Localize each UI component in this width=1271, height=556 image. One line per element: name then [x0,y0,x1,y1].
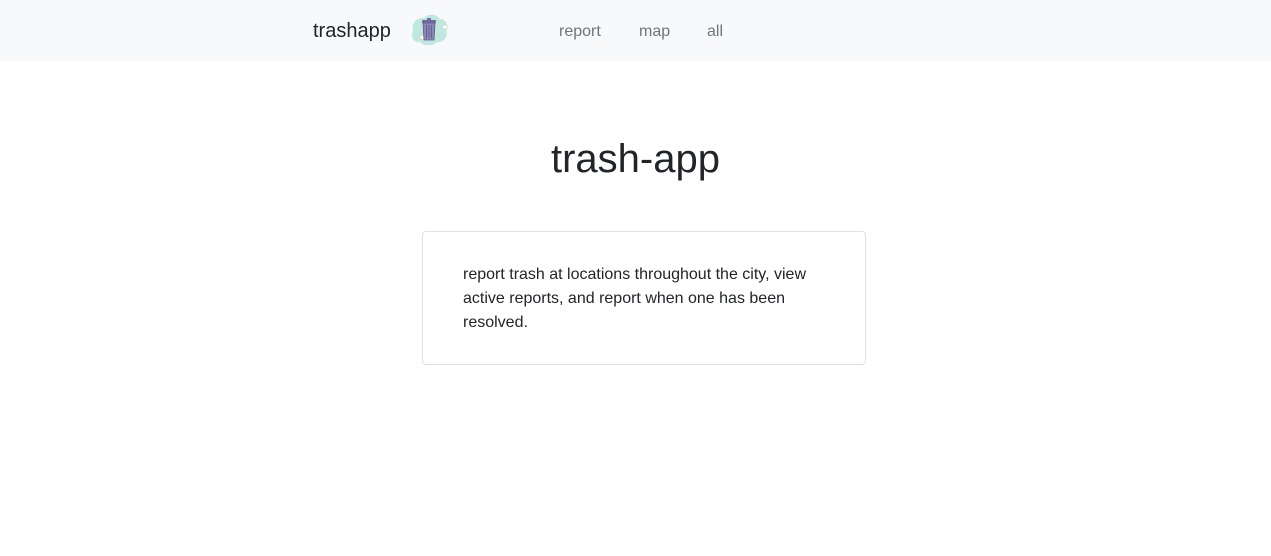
page-title: trash-app [551,137,720,181]
nav-link-report[interactable]: report [559,22,601,42]
description-text: report trash at locations throughout the… [463,266,806,331]
nav-link-all[interactable]: all [707,22,723,42]
trash-can-icon[interactable] [409,13,449,47]
navbar: trashapp report map all [0,0,1271,61]
description-card: report trash at locations throughout the… [422,231,866,365]
brand-link[interactable]: trashapp [313,19,391,43]
nav-link-map[interactable]: map [639,22,670,42]
